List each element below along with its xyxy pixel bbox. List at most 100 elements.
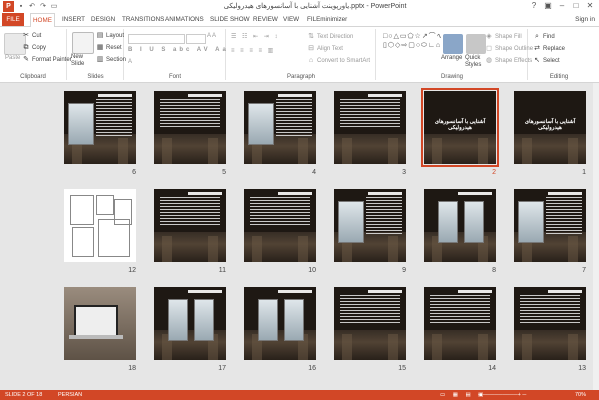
undo-icon[interactable]: ↶ (28, 3, 36, 11)
background-building (388, 236, 398, 262)
slide-thumbnail[interactable] (64, 287, 136, 360)
tab-fileminimizer[interactable]: FILEminimizer (307, 13, 347, 26)
floor-plan-drawing (98, 219, 130, 257)
tab-slide-show[interactable]: SLIDE SHOW (210, 13, 250, 26)
slide-heading (548, 290, 582, 293)
shape-fill-button[interactable]: ◈ Shape Fill (485, 33, 521, 41)
new-slide-button[interactable]: New Slide (71, 54, 95, 68)
paste-button[interactable]: Paste (5, 55, 20, 61)
arrange-icon[interactable] (443, 34, 463, 54)
tab-review[interactable]: REVIEW (253, 13, 278, 26)
slide-body-text (160, 197, 220, 227)
text-direction-label: Text Direction (317, 34, 354, 40)
slide-thumbnail[interactable] (424, 189, 496, 262)
tab-animations[interactable]: ANIMATIONS (165, 13, 204, 26)
slide-heading (98, 94, 132, 97)
paragraph-group: ☰ ☷ ⇤ ⇥ ↕ ≡ ≡ ≡ ≡ ▥ ⇅ Text Direction ⊟ Ali… (227, 29, 376, 80)
shapes-gallery[interactable]: □○△▭⬠☆↗⌒∿{}▯⬡◇⇨▢○⬭∟⌂⊂ (383, 32, 441, 66)
new-slide-icon[interactable] (72, 32, 94, 54)
tab-design[interactable]: DESIGN (91, 13, 115, 26)
cut-button[interactable]: ✂ Cut (22, 32, 41, 40)
close-icon[interactable]: ✕ (583, 0, 597, 12)
align-buttons[interactable]: ≡ ≡ ≡ ≡ ▥ (231, 47, 275, 54)
search-icon: ⌕ (535, 33, 539, 40)
language-indicator[interactable]: PERSIAN (58, 392, 82, 398)
elevator-photo (68, 103, 94, 145)
font-color-button[interactable]: A (128, 59, 132, 65)
find-button[interactable]: ⌕ Find (533, 33, 555, 41)
slide-thumbnail[interactable] (514, 189, 586, 262)
ribbon-options-icon[interactable]: ▣ (541, 0, 555, 12)
slide-thumbnail[interactable] (244, 189, 316, 262)
slide-thumbnail[interactable] (154, 287, 226, 360)
tab-view[interactable]: VIEW (283, 13, 299, 26)
select-button[interactable]: ↖ Select (533, 57, 560, 65)
floor-plan-drawing (70, 195, 94, 225)
shape-effects-button[interactable]: ◍ Shape Effects (485, 57, 532, 65)
arrange-button[interactable]: Arrange (441, 55, 462, 61)
slide-heading (188, 94, 222, 97)
font-size-buttons[interactable]: A A (207, 33, 216, 39)
tab-transitions[interactable]: TRANSITIONS (122, 13, 164, 26)
elevator-photo (464, 201, 484, 243)
slide-thumbnail[interactable] (244, 287, 316, 360)
elevator-photo (338, 201, 364, 243)
tab-home[interactable]: HOME (30, 13, 55, 28)
font-style-buttons[interactable]: B I U S abc AV Aa (128, 47, 229, 53)
align-text-button[interactable]: ⊟ Align Text (307, 45, 343, 53)
redo-icon[interactable]: ↷ (39, 3, 47, 11)
minimize-icon[interactable]: – (555, 0, 569, 12)
slide-heading (278, 192, 312, 195)
slide-thumbnail[interactable] (244, 91, 316, 164)
start-slideshow-icon[interactable]: ▭ (50, 3, 58, 11)
slide-number: 18 (128, 365, 136, 372)
drawing-group-label: Drawing (440, 74, 463, 80)
layout-button[interactable]: ▤ Layout (96, 32, 124, 40)
slide-body-text (340, 295, 400, 325)
section-button[interactable]: ▥ Section (96, 56, 126, 64)
slide-title: آشنایی با آسانسورهای هیدرولیکی (524, 119, 576, 131)
tab-insert[interactable]: INSERT (62, 13, 85, 26)
fill-icon: ◈ (486, 33, 492, 40)
slide-body-text (276, 99, 312, 137)
format-painter-button[interactable]: ✎ Format Painter (22, 56, 72, 64)
help-icon[interactable]: ? (527, 0, 541, 12)
copy-button[interactable]: ⧉ Copy (22, 44, 47, 52)
save-icon[interactable]: ▪ (17, 3, 25, 11)
reset-button[interactable]: ▦ Reset (96, 44, 122, 52)
slide-thumbnail[interactable] (64, 189, 136, 262)
slide-thumbnail[interactable] (154, 189, 226, 262)
slide-thumbnail[interactable]: آشنایی با آسانسورهای هیدرولیکی (421, 88, 499, 167)
font-size-box[interactable] (186, 34, 206, 44)
background-building (568, 236, 578, 262)
vertical-scrollbar[interactable] (593, 83, 599, 390)
quick-styles-button[interactable]: Quick Styles (465, 55, 483, 69)
text-direction-button[interactable]: ⇅ Text Direction (307, 33, 353, 41)
zoom-slider[interactable]: – ─────────+ ─ (478, 392, 526, 398)
font-name-box[interactable] (128, 34, 185, 44)
background-building (432, 138, 442, 164)
list-buttons[interactable]: ☰ ☷ ⇤ ⇥ ↕ (231, 33, 279, 40)
smartart-icon: ⌂ (308, 57, 314, 64)
shape-outline-button[interactable]: ◻ Shape Outline (485, 45, 533, 53)
reset-icon: ▦ (96, 44, 104, 51)
slide-thumbnail[interactable] (514, 287, 586, 360)
slide-thumbnail[interactable] (154, 91, 226, 164)
convert-smartart-button[interactable]: ⌂ Convert to SmartArt (307, 57, 370, 65)
sign-in-link[interactable]: Sign in (575, 16, 595, 23)
slide-heading (188, 290, 222, 293)
slide-thumbnail[interactable] (64, 91, 136, 164)
zoom-level[interactable]: 70% (575, 392, 586, 398)
effects-icon: ◍ (485, 57, 493, 64)
slide-body-text (96, 99, 132, 137)
slide-thumbnail[interactable] (334, 91, 406, 164)
slide-thumbnail[interactable] (334, 189, 406, 262)
slide-heading (548, 192, 582, 195)
replace-button[interactable]: ⇄ Replace (533, 45, 565, 53)
tab-file[interactable]: FILE (2, 13, 24, 26)
slide-thumbnail[interactable]: آشنایی با آسانسورهای هیدرولیکی (514, 91, 586, 164)
maximize-icon[interactable]: □ (569, 0, 583, 12)
quick-styles-icon[interactable] (466, 34, 486, 54)
slide-thumbnail[interactable] (334, 287, 406, 360)
slide-thumbnail[interactable] (424, 287, 496, 360)
